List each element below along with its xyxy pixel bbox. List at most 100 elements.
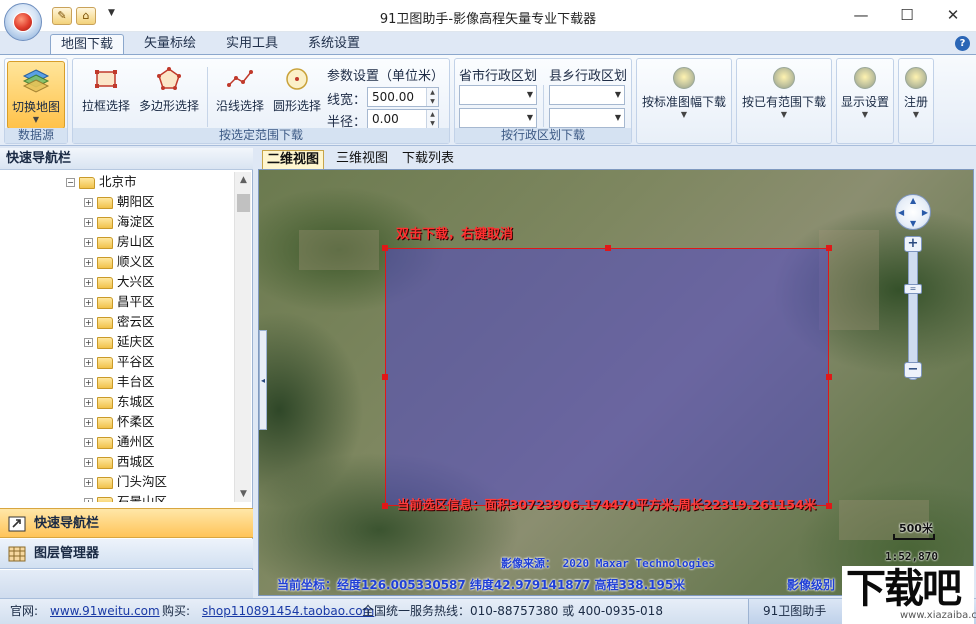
province-select[interactable]: ▼ <box>459 85 537 105</box>
tree-node-district[interactable]: + 通州区 <box>84 432 155 452</box>
tab-tools[interactable]: 实用工具 <box>216 34 288 54</box>
register-button[interactable]: 注册 ▼ <box>900 61 932 129</box>
expand-icon[interactable]: + <box>84 418 93 427</box>
spinner-arrows-icon[interactable]: ▲ ▼ <box>426 110 438 128</box>
zoom-out-button[interactable]: − <box>904 362 922 378</box>
tree-node-district[interactable]: + 西城区 <box>84 452 155 472</box>
tree-node-district[interactable]: + 顺义区 <box>84 252 155 272</box>
expand-icon[interactable]: + <box>84 458 93 467</box>
radius-spinner[interactable]: 0.00 ▲ ▼ <box>367 109 439 129</box>
chevron-down-icon: ▼ <box>526 90 533 99</box>
pan-up-icon[interactable]: ▲ <box>910 196 916 205</box>
chevron-down-icon: ▼ <box>614 113 621 122</box>
display-settings-button[interactable]: 显示设置 ▼ <box>839 61 891 129</box>
tab-vector-plot[interactable]: 矢量标绘 <box>134 34 206 54</box>
resize-handle[interactable] <box>826 374 832 380</box>
line-width-spinner[interactable]: 500.00 ▲ ▼ <box>367 87 439 107</box>
folder-icon <box>97 436 113 449</box>
resize-handle[interactable] <box>382 245 388 251</box>
collapse-pane-handle[interactable]: ◂ <box>259 330 267 430</box>
expand-icon[interactable]: + <box>84 318 93 327</box>
tree-node-district[interactable]: + 延庆区 <box>84 332 155 352</box>
expand-icon[interactable]: + <box>84 218 93 227</box>
tree-node-district[interactable]: + 海淀区 <box>84 212 155 232</box>
expand-icon[interactable]: + <box>84 398 93 407</box>
download-by-sheet-button[interactable]: 按标准图幅下载 ▼ <box>639 61 729 129</box>
scroll-thumb[interactable] <box>237 194 250 212</box>
scroll-up-icon[interactable]: ▲ <box>235 172 252 188</box>
scroll-down-icon[interactable]: ▼ <box>235 486 252 502</box>
pan-control[interactable]: ▲ ▼ ◀ ▶ <box>895 194 931 230</box>
tab-system-settings[interactable]: 系统设置 <box>298 34 370 54</box>
nav-quick-button[interactable]: 快速导航栏 <box>0 508 253 538</box>
rect-select-button[interactable]: 拉框选择 <box>77 61 135 129</box>
minimize-button[interactable]: — <box>838 0 884 32</box>
help-icon[interactable]: ? <box>955 36 970 51</box>
shop-link[interactable]: shop110891454.taobao.com <box>202 599 374 623</box>
tab-map-download[interactable]: 地图下载 <box>50 34 125 54</box>
expand-icon[interactable]: + <box>84 478 93 487</box>
town-select[interactable]: ▼ <box>549 108 625 128</box>
map-canvas[interactable]: ◂ 双击下载，右键取消 当前选区信息：面积30723906.174470平方米,… <box>258 169 974 596</box>
pan-right-icon[interactable]: ▶ <box>922 208 928 217</box>
line-select-button[interactable]: 沿线选择 <box>211 61 269 129</box>
tab-download-list[interactable]: 下载列表 <box>398 150 458 169</box>
expand-icon[interactable]: + <box>84 498 93 502</box>
tree-node-district[interactable]: + 密云区 <box>84 312 155 332</box>
tree-node-label: 大兴区 <box>117 274 155 289</box>
tree-node-district[interactable]: + 房山区 <box>84 232 155 252</box>
nav-layers-button[interactable]: 图层管理器 <box>0 539 253 569</box>
expand-icon[interactable]: + <box>84 338 93 347</box>
tree-node-district[interactable]: + 门头沟区 <box>84 472 167 492</box>
tree-node-label: 怀柔区 <box>117 414 155 429</box>
download-by-existing-button[interactable]: 按已有范围下载 ▼ <box>739 61 829 129</box>
resize-handle[interactable] <box>605 245 611 251</box>
switch-map-button[interactable]: 切换地图 ▼ <box>7 61 65 129</box>
key-icon <box>905 67 927 89</box>
tree-node-district[interactable]: + 东城区 <box>84 392 155 412</box>
tree-scrollbar[interactable]: ▲ ▼ <box>234 172 251 502</box>
collapse-icon[interactable]: − <box>66 178 75 187</box>
city-select[interactable]: ▼ <box>459 108 537 128</box>
shortcut-icon <box>8 516 26 532</box>
scale-ratio: 1:52,870 <box>885 550 938 563</box>
expand-icon[interactable]: + <box>84 358 93 367</box>
expand-icon[interactable]: + <box>84 298 93 307</box>
expand-icon[interactable]: + <box>84 278 93 287</box>
zoom-slider-knob[interactable]: = <box>904 284 922 294</box>
tree-node-district[interactable]: + 朝阳区 <box>84 192 155 212</box>
folder-icon <box>97 476 113 489</box>
tree-node-district[interactable]: + 平谷区 <box>84 352 155 372</box>
expand-icon[interactable]: + <box>84 258 93 267</box>
tree-node-district[interactable]: + 石景山区 <box>84 492 167 502</box>
zoom-slider-track[interactable] <box>908 240 918 380</box>
expand-icon[interactable]: + <box>84 198 93 207</box>
maximize-button[interactable]: ☐ <box>884 0 930 32</box>
tree-node-district[interactable]: + 昌平区 <box>84 292 155 312</box>
county-select[interactable]: ▼ <box>549 85 625 105</box>
expand-icon[interactable]: + <box>84 238 93 247</box>
resize-handle[interactable] <box>382 503 388 509</box>
pan-down-icon[interactable]: ▼ <box>910 219 916 228</box>
tree-node-district[interactable]: + 大兴区 <box>84 272 155 292</box>
tab-3d-view[interactable]: 三维视图 <box>332 150 392 169</box>
selection-rectangle[interactable] <box>382 245 832 509</box>
zoom-in-button[interactable]: + <box>904 236 922 252</box>
tree-node-district[interactable]: + 怀柔区 <box>84 412 155 432</box>
expand-icon[interactable]: + <box>84 438 93 447</box>
resize-handle[interactable] <box>826 503 832 509</box>
circle-select-button[interactable]: 圆形选择 <box>269 61 325 129</box>
expand-icon[interactable]: + <box>84 378 93 387</box>
tree-node-district[interactable]: + 丰台区 <box>84 372 155 392</box>
resize-handle[interactable] <box>826 245 832 251</box>
tree-node-root[interactable]: − 北京市 <box>66 172 137 192</box>
separator <box>207 67 208 127</box>
resize-handle[interactable] <box>382 374 388 380</box>
pan-left-icon[interactable]: ◀ <box>898 208 904 217</box>
close-button[interactable]: ✕ <box>930 0 976 32</box>
tab-2d-view[interactable]: 二维视图 <box>262 150 325 169</box>
polygon-select-button[interactable]: 多边形选择 <box>135 61 203 129</box>
site-link[interactable]: www.91weitu.com <box>50 599 160 623</box>
spinner-arrows-icon[interactable]: ▲ ▼ <box>426 88 438 106</box>
app-menu-button[interactable] <box>4 3 42 41</box>
